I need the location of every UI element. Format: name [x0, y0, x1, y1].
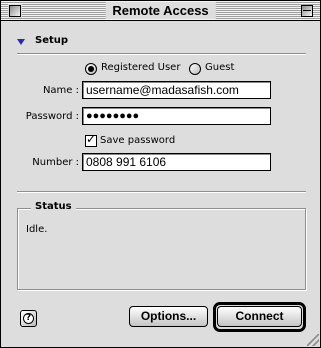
remote-access-window: Remote Access Setup Registered User Gues… — [0, 0, 321, 348]
registered-user-label[interactable]: Registered User — [101, 62, 180, 73]
password-label: Password : — [25, 111, 79, 122]
registered-user-radio[interactable] — [85, 63, 97, 75]
guest-radio[interactable] — [189, 63, 201, 75]
checkmark-icon: ✓ — [86, 132, 97, 146]
help-button[interactable]: ? — [20, 310, 37, 327]
guest-label[interactable]: Guest — [205, 62, 234, 73]
number-label: Number : — [32, 157, 79, 168]
title-bar[interactable]: Remote Access — [1, 1, 320, 21]
connect-button[interactable]: Connect — [217, 306, 302, 327]
number-field[interactable]: 0808 991 6106 — [82, 153, 271, 171]
setup-label: Setup — [35, 35, 69, 46]
name-field[interactable]: username@madasafish.com — [82, 81, 271, 99]
window-title: Remote Access — [105, 2, 216, 19]
close-box-icon[interactable] — [9, 5, 21, 17]
name-label: Name : — [42, 85, 79, 96]
save-password-label[interactable]: Save password — [100, 135, 175, 146]
status-label: Status — [31, 201, 76, 212]
status-text: Idle. — [26, 224, 48, 235]
save-password-checkbox[interactable]: ✓ — [85, 132, 97, 147]
resize-grip-icon[interactable] — [307, 334, 319, 346]
setup-divider-top — [17, 53, 306, 55]
window-collapse-icon[interactable] — [301, 5, 313, 17]
options-button[interactable]: Options... — [129, 306, 208, 327]
password-field[interactable]: ●●●●●●●● — [82, 107, 271, 125]
status-group: Status Idle. — [17, 201, 306, 290]
setup-divider-bottom — [17, 191, 306, 193]
disclosure-triangle-down-icon[interactable] — [17, 39, 25, 45]
help-icon: ? — [23, 313, 34, 324]
